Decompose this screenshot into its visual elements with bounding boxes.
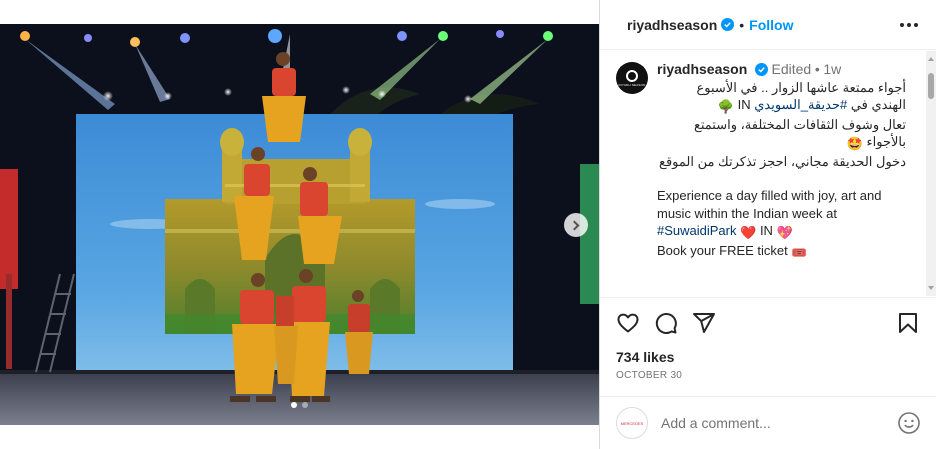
hashtag-suwaidipark[interactable]: #SuwaidiPark <box>657 223 737 238</box>
scroll-up-icon[interactable] <box>928 57 934 61</box>
heart-emoji-icon: ❤️ <box>740 225 757 240</box>
scroll-down-icon[interactable] <box>928 286 934 290</box>
header-username[interactable]: riyadhseason <box>627 17 717 33</box>
caption-arabic-in: IN <box>737 97 751 112</box>
star-eyes-emoji-icon: 🤩 <box>846 136 863 151</box>
follow-button[interactable]: Follow <box>749 17 793 33</box>
dance-performance-photo <box>0 24 599 425</box>
smiley-icon[interactable] <box>897 411 921 435</box>
avatar-logo-text: RIYADH SEASON <box>618 83 646 87</box>
post-media[interactable] <box>0 24 599 425</box>
chevron-right-icon <box>569 220 580 230</box>
commenter-avatar: MERCEDES <box>616 407 648 439</box>
edited-label: Edited <box>771 61 812 77</box>
hashtag-suwaidi-arabic[interactable]: #حديقة_السويدي <box>754 97 847 112</box>
carousel-dot <box>302 402 308 408</box>
caption-arabic-line-2: 🌳 IN الهندي في #حديقة_السويدي <box>657 96 906 116</box>
carousel-indicator <box>0 402 599 408</box>
post-details-panel: riyadhseason • Follow RIYADH SEASON riya… <box>599 0 936 449</box>
comment-input[interactable] <box>661 415 897 431</box>
caption-english-text: Experience a day filled with joy, art an… <box>657 188 882 221</box>
caption-arabic-line-4: دخول الحديقة مجاني، احجز تذكرتك من الموق… <box>659 153 906 169</box>
tree-emoji-icon: 🌳 <box>717 99 734 114</box>
carousel-dot <box>291 402 297 408</box>
post-date[interactable]: OCTOBER 30 <box>616 370 920 381</box>
caption-arabic-line-3: تعال وشوف الثقافات المختلفة، واستمتع بال… <box>657 116 906 153</box>
caption-separator: • <box>814 61 820 77</box>
verified-badge-icon <box>721 18 735 31</box>
carousel-next-button[interactable] <box>564 213 588 237</box>
avatar[interactable]: RIYADH SEASON <box>616 62 648 94</box>
caption-english-in: IN <box>759 223 773 238</box>
caption-english-ticket: Book your FREE ticket <box>657 242 788 258</box>
header-separator: • <box>739 16 745 33</box>
share-icon[interactable] <box>692 311 716 335</box>
post-header: riyadhseason • Follow <box>600 0 936 50</box>
caption-arabic-line-3-text: تعال وشوف الثقافات المختلفة، واستمتع بال… <box>693 116 906 150</box>
more-options-icon[interactable] <box>900 22 918 27</box>
likes-count[interactable]: 734 likes <box>616 349 920 365</box>
caption-arabic-line-1: أجواء ممتعة عاشها الزوار .. في الأسبوع <box>696 79 906 95</box>
comment-bar: MERCEDES <box>600 396 936 449</box>
scroll-thumb[interactable] <box>928 73 934 99</box>
post-actions: 734 likes OCTOBER 30 <box>600 297 936 381</box>
sparkling-heart-emoji-icon: 💖 <box>776 225 793 240</box>
caption-english-line-2: Book your FREE ticket 🎟️ <box>657 242 906 262</box>
caption-section: RIYADH SEASON riyadhseason Edited • 1w أ… <box>600 51 936 296</box>
caption-body: riyadhseason Edited • 1w أجواء ممتعة عاش… <box>657 61 906 261</box>
caption-english-line-1: Experience a day filled with joy, art an… <box>657 187 906 242</box>
comment-icon[interactable] <box>654 311 678 335</box>
caption-scrollbar[interactable] <box>926 51 936 296</box>
caption-arabic-prefix: الهندي في <box>850 97 906 112</box>
caption-username[interactable]: riyadhseason <box>657 61 747 77</box>
bookmark-icon[interactable] <box>896 311 920 335</box>
ticket-emoji-icon: 🎟️ <box>791 244 808 260</box>
heart-icon[interactable] <box>616 311 640 335</box>
post-time[interactable]: 1w <box>823 61 841 77</box>
verified-badge-icon <box>754 63 768 76</box>
